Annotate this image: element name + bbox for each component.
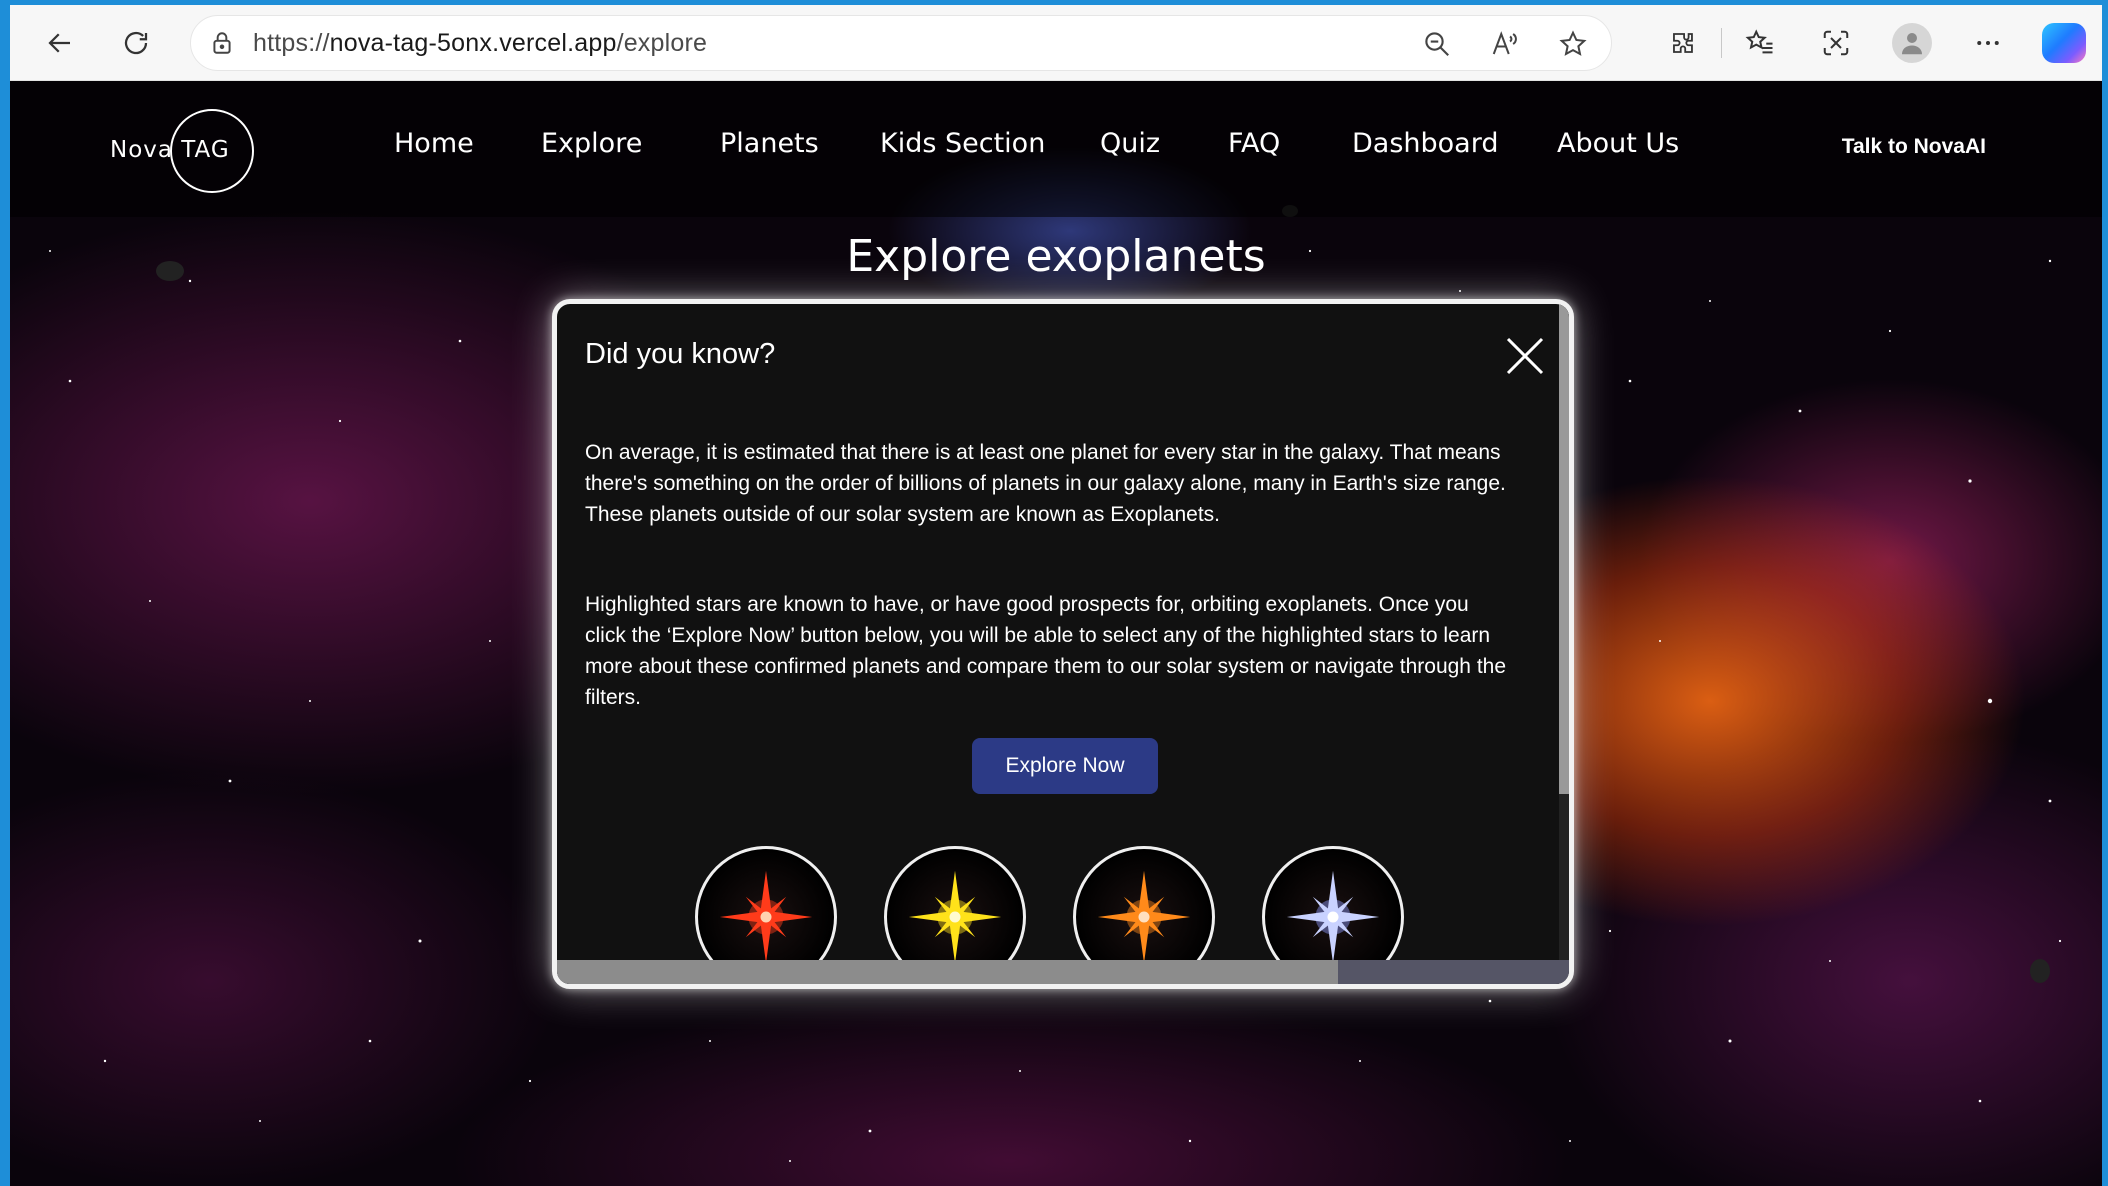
nav-dashboard[interactable]: Dashboard: [1352, 128, 1498, 159]
copilot-icon[interactable]: [2026, 15, 2102, 71]
modal-paragraph-1: On average, it is estimated that there i…: [585, 441, 1506, 526]
modal-paragraph-2: Highlighted stars are known to have, or …: [585, 593, 1507, 709]
favorites-icon[interactable]: [1722, 15, 1798, 71]
nav-about-us[interactable]: About Us: [1557, 128, 1679, 159]
browser-toolbar: https://nova-tag-5onx.vercel.app/explore: [10, 5, 2102, 81]
did-you-know-modal: Did you know? On average, it is estimate…: [552, 299, 1574, 989]
url-path: /explore: [616, 28, 708, 57]
close-icon[interactable]: [1503, 334, 1547, 378]
vertical-scroll-thumb[interactable]: [1559, 304, 1569, 794]
explore-now-button[interactable]: Explore Now: [972, 738, 1158, 794]
modal-title: Did you know?: [585, 338, 776, 370]
nav-faq[interactable]: FAQ: [1228, 128, 1280, 159]
modal-horizontal-scrollbar[interactable]: [557, 960, 1569, 984]
url-prefix: https://: [253, 28, 330, 57]
read-aloud-icon[interactable]: [1475, 16, 1535, 72]
browser-frame: https://nova-tag-5onx.vercel.app/explore: [0, 0, 2108, 1186]
refresh-icon[interactable]: [108, 15, 164, 71]
address-bar-actions: [1407, 16, 1603, 72]
nova-tag-logo[interactable]: Nova TAG: [110, 109, 270, 193]
page-title: Explore exoplanets: [846, 231, 1266, 282]
horizontal-scroll-thumb[interactable]: [557, 960, 1338, 984]
nav-planets[interactable]: Planets: [720, 128, 819, 159]
nav-explore[interactable]: Explore: [541, 128, 642, 159]
logo-text: Nova TAG: [110, 137, 230, 163]
profile-avatar[interactable]: [1874, 15, 1950, 71]
modal-vertical-scrollbar[interactable]: [1559, 304, 1569, 960]
nav-quiz[interactable]: Quiz: [1100, 128, 1160, 159]
url-text[interactable]: https://nova-tag-5onx.vercel.app/explore: [253, 29, 707, 58]
url-host: nova-tag-5onx.vercel.app: [329, 28, 617, 57]
extensions-icon[interactable]: [1645, 15, 1721, 71]
site-header: Nova TAG Home Explore Planets Kids Secti…: [10, 81, 2102, 217]
browser-window: https://nova-tag-5onx.vercel.app/explore: [10, 5, 2102, 1186]
copilot-logo: [2042, 23, 2086, 63]
screenshot-icon[interactable]: [1798, 15, 1874, 71]
user-icon: [1892, 23, 1932, 63]
back-icon[interactable]: [32, 15, 88, 71]
more-options-icon[interactable]: [1950, 15, 2026, 71]
lock-icon[interactable]: [191, 30, 253, 56]
zoom-out-icon[interactable]: [1407, 16, 1467, 72]
page-content: Nova TAG Home Explore Planets Kids Secti…: [10, 81, 2102, 1186]
nav-home[interactable]: Home: [394, 128, 474, 159]
browser-right-tools: [1645, 15, 2102, 71]
address-bar[interactable]: https://nova-tag-5onx.vercel.app/explore: [190, 15, 1612, 71]
talk-to-novaai-link[interactable]: Talk to NovaAI: [1842, 135, 1986, 159]
nav-kids-section[interactable]: Kids Section: [880, 128, 1045, 159]
favorite-star-icon[interactable]: [1543, 16, 1603, 72]
